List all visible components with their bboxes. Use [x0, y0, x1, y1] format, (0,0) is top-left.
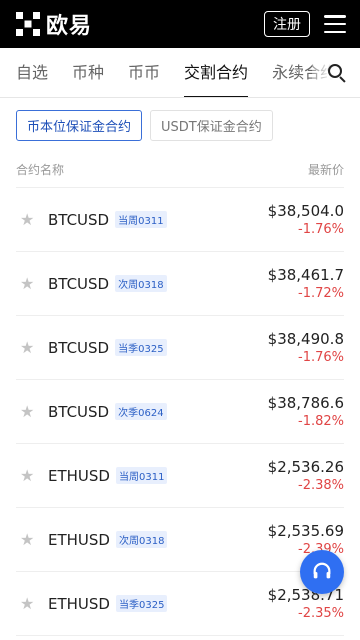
okx-logo-icon — [16, 12, 40, 36]
last-price: $38,504.0 — [267, 201, 344, 220]
list-header: 合约名称 最新价 — [0, 141, 360, 181]
price-change: -2.35% — [298, 605, 344, 621]
contract-symbol: ETHUSD — [48, 530, 110, 549]
list-item[interactable]: ★ ETHUSD 当季0325 $2,538.71 -2.35% — [16, 572, 344, 636]
last-price: $38,490.8 — [267, 329, 344, 348]
margin-filters: 币本位保证金合约 USDT保证金合约 — [0, 98, 360, 141]
list-item[interactable]: ★ ETHUSD 当周0311 $2,536.26 -2.38% — [16, 444, 344, 508]
list-item[interactable]: ★ ETHUSD 次周0318 $2,535.69 -2.39% — [16, 508, 344, 572]
logo[interactable]: 欧易 — [16, 8, 92, 40]
contract-symbol: ETHUSD — [48, 466, 110, 485]
menu-icon[interactable] — [324, 15, 346, 33]
top-bar: 欧易 注册 — [0, 0, 360, 48]
expiry-tag: 当季0325 — [115, 595, 168, 612]
list-item[interactable]: ★ BTCUSD 次周0318 $38,461.7 -1.72% — [16, 252, 344, 316]
last-price: $38,786.6 — [267, 393, 344, 412]
filter-usdt-margined[interactable]: USDT保证金合约 — [150, 110, 273, 141]
price-change: -1.82% — [298, 413, 344, 429]
tab-spot[interactable]: 币币 — [128, 48, 160, 97]
list-item[interactable]: ★ BTCUSD 当周0311 $38,504.0 -1.76% — [16, 188, 344, 252]
expiry-tag: 次周0318 — [115, 531, 168, 548]
star-icon[interactable]: ★ — [20, 275, 36, 292]
last-price: $2,536.26 — [267, 457, 344, 476]
last-price: $38,461.7 — [267, 265, 344, 284]
price-change: -1.76% — [298, 221, 344, 237]
price-change: -2.38% — [298, 477, 344, 493]
price-change: -1.76% — [298, 349, 344, 365]
expiry-tag: 次周0318 — [115, 275, 167, 292]
register-button[interactable]: 注册 — [264, 11, 310, 37]
price-change: -1.72% — [298, 285, 344, 301]
column-last-price: 最新价 — [307, 163, 344, 177]
tab-coins[interactable]: 币种 — [72, 48, 104, 97]
star-icon[interactable]: ★ — [20, 211, 36, 228]
last-price: $2,535.69 — [267, 521, 344, 540]
column-contract-name: 合约名称 — [16, 163, 65, 177]
logo-text: 欧易 — [46, 14, 93, 39]
contract-symbol: BTCUSD — [48, 402, 110, 421]
tab-favorites[interactable]: 自选 — [16, 48, 48, 97]
star-icon[interactable]: ★ — [20, 339, 36, 356]
search-icon[interactable] — [328, 64, 346, 83]
headset-icon — [313, 562, 331, 579]
contract-symbol: BTCUSD — [48, 210, 110, 229]
contract-symbol: BTCUSD — [48, 338, 110, 357]
star-icon[interactable]: ★ — [20, 595, 36, 612]
star-icon[interactable]: ★ — [20, 467, 36, 484]
expiry-tag: 当周0311 — [115, 467, 168, 484]
star-icon[interactable]: ★ — [20, 403, 36, 420]
expiry-tag: 当周0311 — [115, 211, 167, 228]
list-item[interactable]: ★ BTCUSD 次季0624 $38,786.6 -1.82% — [16, 380, 344, 444]
filter-coin-margined[interactable]: 币本位保证金合约 — [16, 110, 143, 141]
contract-symbol: BTCUSD — [48, 274, 110, 293]
tab-futures[interactable]: 交割合约 — [184, 48, 249, 97]
market-tabs: 自选 币种 币币 交割合约 永续合约 — [0, 48, 360, 98]
customer-support-button[interactable] — [300, 550, 344, 594]
list-item[interactable]: ★ BTCUSD 当季0325 $38,490.8 -1.76% — [16, 316, 344, 380]
expiry-tag: 次季0624 — [115, 403, 167, 420]
star-icon[interactable]: ★ — [20, 531, 36, 548]
expiry-tag: 当季0325 — [115, 339, 167, 356]
contract-symbol: ETHUSD — [48, 594, 110, 613]
